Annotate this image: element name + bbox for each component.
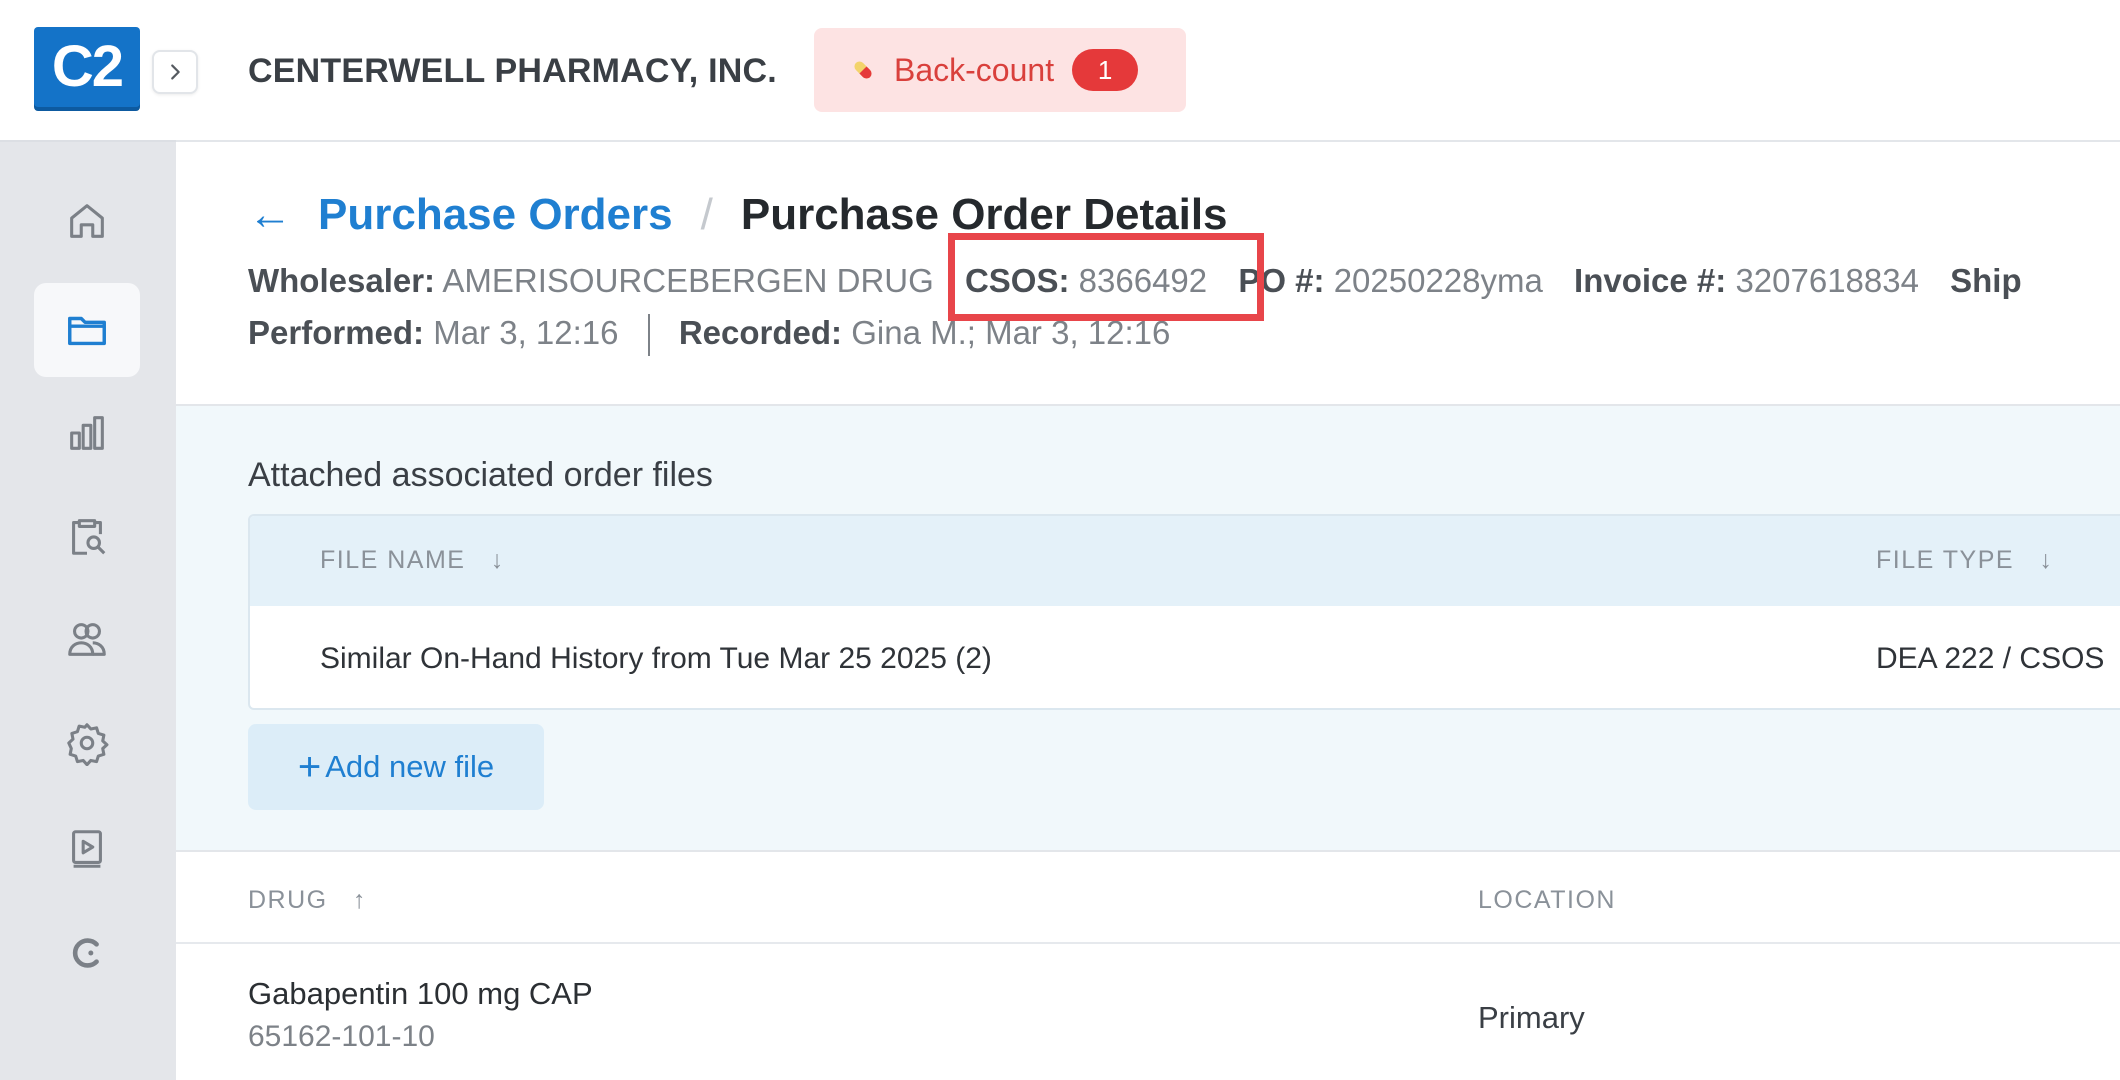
backcount-label: Back-count [894, 51, 1055, 88]
add-new-file-button[interactable]: + Add new file [248, 724, 544, 810]
backcount-button[interactable]: Back-count 1 [814, 28, 1186, 112]
logo-area: C2 [0, 0, 176, 142]
nav-audit[interactable] [34, 489, 140, 583]
csos-highlight-box [948, 233, 1264, 321]
column-header-file-type[interactable]: FILE TYPE ↓ [1876, 546, 2053, 575]
nav-brand[interactable] [34, 906, 140, 1000]
file-type-cell: DEA 222 / CSOS [1876, 642, 2105, 675]
column-header-file-name[interactable]: FILE NAME ↓ [320, 546, 505, 575]
wholesaler-label: Wholesaler: [248, 262, 436, 299]
plus-icon: + [297, 745, 322, 789]
sidebar: C2 [0, 0, 176, 1080]
nav-settings[interactable] [34, 696, 140, 790]
backcount-badge: 1 [1072, 49, 1139, 91]
files-section-title: Attached associated order files [248, 456, 713, 494]
table-row[interactable]: Gabapentin 100 mg CAP 65162-101-10 Prima… [176, 944, 2120, 1080]
back-arrow-icon[interactable]: ← [248, 193, 292, 237]
ship-label: Ship [1950, 262, 2022, 299]
gear-icon [67, 723, 109, 766]
breadcrumb-purchase-orders[interactable]: Purchase Orders [318, 190, 673, 240]
nav-tutorials[interactable] [34, 802, 140, 896]
performed-value: Mar 3, 12:16 [433, 314, 619, 351]
nav-users[interactable] [34, 592, 140, 686]
top-bar: CENTERWELL PHARMACY, INC. Back-count 1 [176, 0, 2120, 142]
table-row[interactable]: Similar On-Hand History from Tue Mar 25 … [250, 606, 2120, 708]
file-name-cell[interactable]: Similar On-Hand History from Tue Mar 25 … [320, 642, 992, 676]
sort-down-icon: ↓ [490, 546, 505, 574]
drug-name: Gabapentin 100 mg CAP [248, 976, 593, 1011]
breadcrumb-separator: / [700, 190, 713, 239]
folder-icon [68, 316, 106, 346]
column-header-drug[interactable]: DRUG ↑ [248, 886, 367, 915]
app-logo[interactable]: C2 [34, 27, 140, 107]
nav-home[interactable] [34, 174, 140, 268]
nav-orders[interactable] [34, 283, 140, 377]
wholesaler-value: AMERISOURCEBERGEN DRUG [442, 262, 934, 299]
pill-icon [854, 61, 872, 79]
add-new-file-label: Add new file [325, 749, 495, 784]
meta-divider [647, 314, 650, 357]
company-name: CENTERWELL PHARMACY, INC. [248, 52, 777, 90]
invoice-value: 3207618834 [1735, 262, 1919, 299]
brand-c-icon [72, 938, 99, 968]
home-icon [70, 204, 104, 238]
video-tutorial-icon [72, 830, 102, 868]
drug-location: Primary [1478, 1000, 1585, 1035]
sidebar-expand-button[interactable] [152, 50, 198, 94]
sort-up-icon: ↑ [352, 886, 367, 914]
nav-reports[interactable] [34, 386, 140, 480]
recorded-label: Recorded: [678, 314, 843, 351]
drug-ndc: 65162-101-10 [248, 1020, 435, 1053]
sort-down-icon: ↓ [2039, 546, 2054, 574]
clipboard-search-icon [72, 519, 106, 555]
bar-chart-icon [70, 416, 104, 450]
column-header-location[interactable]: LOCATION [1478, 886, 1616, 915]
po-value: 20250228yma [1333, 262, 1543, 299]
files-table: FILE NAME ↓ FILE TYPE ↓ Similar On-Hand … [248, 514, 2120, 710]
files-table-header: FILE NAME ↓ FILE TYPE ↓ [250, 516, 2120, 606]
performed-label: Performed: [248, 314, 425, 351]
attached-files-section: Attached associated order files FILE NAM… [176, 406, 2120, 852]
drugs-table-header: DRUG ↑ LOCATION [176, 852, 2120, 944]
users-icon [68, 623, 106, 656]
invoice-label: Invoice #: [1574, 262, 1727, 299]
chevron-right-icon [171, 64, 180, 80]
